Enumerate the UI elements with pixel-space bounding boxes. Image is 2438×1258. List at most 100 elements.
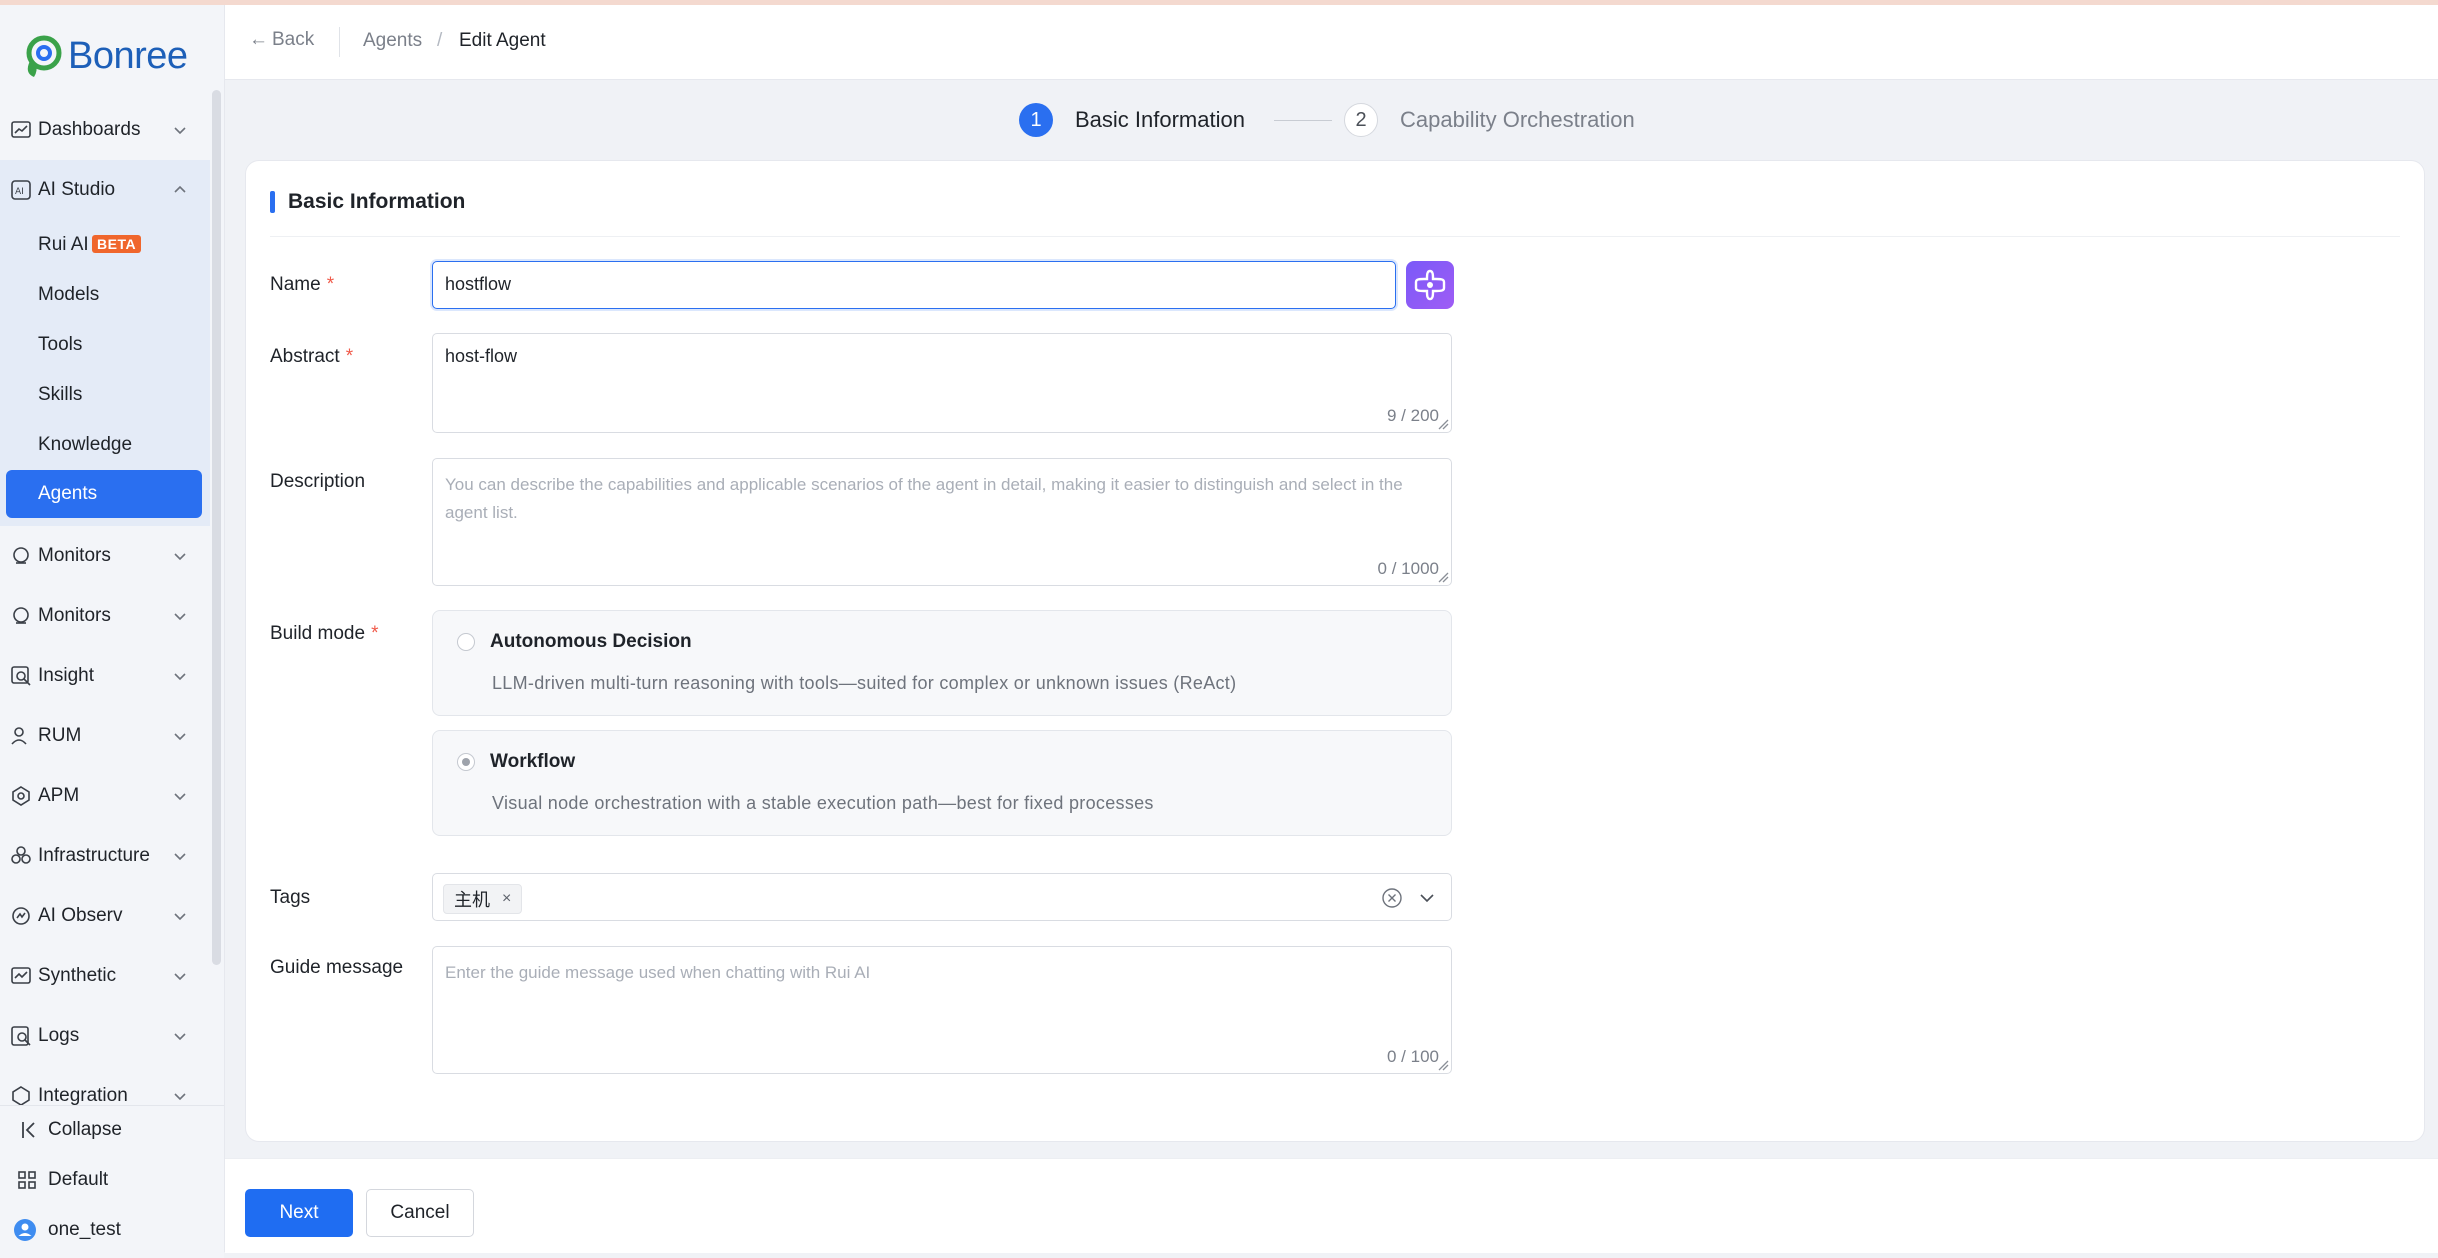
sidebar-item-label: Logs: [38, 1025, 80, 1046]
infrastructure-icon: [11, 846, 31, 864]
basic-info-card: Basic Information Name * hostflow Abstrac…: [245, 160, 2425, 1142]
chevron-down-icon: [174, 793, 186, 801]
synthetic-icon: [11, 967, 31, 984]
abstract-textarea[interactable]: host-flow 9 / 200: [432, 333, 1452, 433]
next-button[interactable]: Next: [245, 1189, 353, 1237]
sidebar-item-label: Infrastructure: [38, 845, 150, 866]
build-mode-label: Build mode *: [270, 623, 378, 645]
step-2-number: 2: [1344, 103, 1378, 137]
clear-circle-icon[interactable]: [1381, 887, 1403, 909]
avatar: [14, 1219, 36, 1241]
cancel-button[interactable]: Cancel: [366, 1189, 474, 1237]
chevron-down-icon[interactable]: [1419, 890, 1435, 906]
chevron-down-icon: [174, 853, 186, 861]
breadcrumb-agents[interactable]: Agents: [363, 30, 422, 52]
brand-logo[interactable]: Bonree: [18, 31, 188, 81]
sidebar-item-label: Dashboards: [38, 119, 141, 140]
sidebar-item-label: RUM: [38, 725, 82, 746]
chevron-down-icon: [174, 913, 186, 921]
monitor-icon: [13, 607, 29, 624]
logs-icon: [11, 1026, 31, 1046]
insight-icon: [11, 666, 31, 686]
step-1-number: 1: [1019, 103, 1053, 137]
collapse-label: Collapse: [48, 1119, 122, 1140]
sidebar-item-ai-observ[interactable]: AI Observ: [0, 886, 210, 946]
sidebar-item-label: Agents: [38, 483, 98, 504]
svg-text:AI: AI: [15, 187, 24, 197]
breadcrumb-current: Edit Agent: [459, 30, 546, 51]
resize-handle-icon[interactable]: [1437, 1059, 1449, 1071]
sidebar-item-apm[interactable]: APM: [0, 766, 210, 826]
sidebar-item-agents[interactable]: Agents: [6, 470, 202, 518]
sidebar-item-skills[interactable]: Skills: [0, 370, 210, 420]
sidebar-item-label: AI Studio: [38, 179, 116, 200]
sidebar-item-label: Tools: [38, 334, 83, 355]
sidebar-item-label: Monitors: [38, 605, 111, 626]
collapse-icon: [22, 1122, 35, 1138]
collapse-button[interactable]: Collapse: [0, 1110, 224, 1150]
sidebar-item-insight[interactable]: Insight: [0, 646, 210, 706]
ai-generate-button[interactable]: [1406, 261, 1454, 309]
monitor-icon: [13, 547, 29, 564]
sidebar-item-monitors[interactable]: Monitors: [0, 526, 210, 586]
guide-message-label: Guide message: [270, 957, 404, 978]
radio-autonomous[interactable]: [457, 633, 475, 651]
logo-text: Bonree: [68, 34, 188, 77]
sidebar-scrollbar[interactable]: [212, 90, 221, 965]
sidebar-item-ai-studio[interactable]: AI AI Studio: [0, 160, 210, 220]
tag-remove-icon[interactable]: ×: [502, 890, 511, 908]
required-mark: *: [345, 346, 354, 367]
back-label: Back: [272, 29, 315, 50]
sidebar-item-label: AI Observ: [38, 905, 123, 926]
sidebar-item-models[interactable]: Models: [0, 270, 210, 320]
integration-icon: [12, 1086, 30, 1106]
step-1-label[interactable]: Basic Information: [1075, 107, 1245, 133]
rum-icon: [11, 727, 27, 745]
tags-label: Tags: [270, 887, 311, 908]
sidebar-item-knowledge[interactable]: Knowledge: [0, 420, 210, 470]
option-description: LLM-driven multi-turn reasoning with too…: [492, 673, 1237, 693]
user-menu[interactable]: one_test: [0, 1210, 224, 1250]
workspace-switcher[interactable]: Default: [0, 1160, 224, 1200]
step-2-label[interactable]: Capability Orchestration: [1400, 107, 1635, 133]
sidebar-item-rum[interactable]: RUM: [0, 706, 210, 766]
sparkle-icon: [1414, 269, 1446, 301]
sidebar-item-logs[interactable]: Logs: [0, 1006, 210, 1066]
section-divider: [270, 236, 2400, 237]
build-mode-option-autonomous[interactable]: Autonomous Decision LLM-driven multi-tur…: [432, 610, 1452, 716]
sidebar-item-tools[interactable]: Tools: [0, 320, 210, 370]
description-char-counter: 0 / 1000: [1377, 559, 1439, 578]
ai-studio-icon: AI: [11, 180, 31, 200]
required-mark: *: [326, 274, 335, 295]
radio-workflow[interactable]: [457, 753, 475, 771]
sidebar-item-monitors-2[interactable]: Monitors: [0, 586, 210, 646]
tag-chip-label: 主机: [454, 890, 490, 910]
resize-handle-icon[interactable]: [1437, 418, 1449, 430]
name-input-value: hostflow: [445, 274, 512, 294]
build-mode-option-workflow[interactable]: Workflow Visual node orchestration with …: [432, 730, 1452, 836]
sidebar-item-label: Knowledge: [38, 434, 133, 455]
chevron-down-icon: [174, 613, 186, 621]
resize-handle-icon[interactable]: [1437, 571, 1449, 583]
bonree-logo-icon: [26, 35, 62, 77]
sidebar-bottom: Collapse Default one_test: [0, 1105, 224, 1258]
beta-badge: BETA: [92, 235, 142, 253]
chevron-down-icon: [174, 553, 186, 561]
sidebar-item-label: Insight: [38, 665, 94, 686]
sidebar-item-label: Rui AI: [38, 234, 89, 255]
sidebar-item-label: Synthetic: [38, 965, 117, 986]
step-connector: [1274, 120, 1332, 121]
back-button[interactable]: ← Back: [249, 29, 314, 51]
sidebar-item-dashboards[interactable]: Dashboards: [0, 100, 210, 160]
breadcrumb-separator: /: [437, 30, 443, 51]
sidebar-item-synthetic[interactable]: Synthetic: [0, 946, 210, 1006]
sidebar-item-infrastructure[interactable]: Infrastructure: [0, 826, 210, 886]
tags-select[interactable]: 主机 ×: [432, 873, 1452, 921]
description-textarea[interactable]: You can describe the capabilities and ap…: [432, 458, 1452, 586]
sidebar-item-rui-ai[interactable]: Rui AI BETA: [0, 220, 210, 270]
sidebar-nav: Dashboards AI AI Studio Rui AI BETA Mode…: [0, 100, 210, 1126]
abstract-label-text: Abstract: [270, 346, 340, 367]
abstract-value: host-flow: [445, 346, 518, 366]
guide-message-textarea[interactable]: Enter the guide message used when chatti…: [432, 946, 1452, 1074]
name-input[interactable]: hostflow: [432, 261, 1396, 309]
